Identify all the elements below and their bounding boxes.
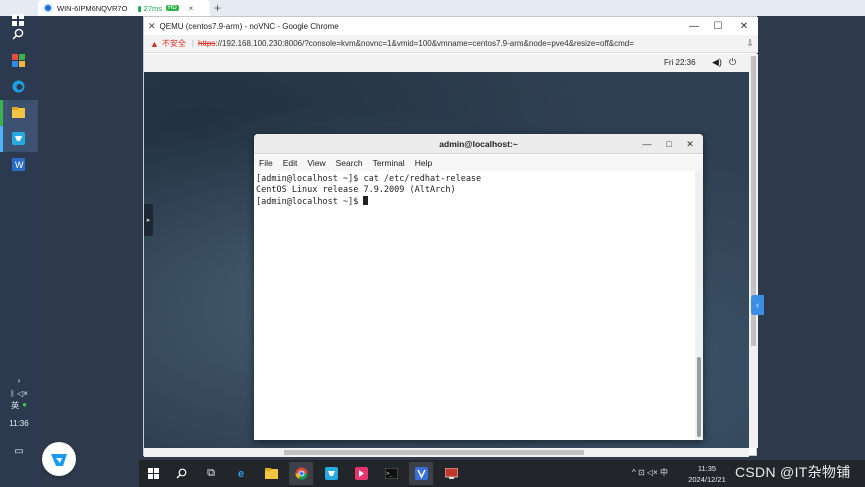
maximize-button[interactable]: ☐ xyxy=(706,17,730,35)
terminal-scrollbar[interactable] xyxy=(695,171,703,440)
menu-terminal[interactable]: Terminal xyxy=(368,158,410,168)
volume-icon[interactable]: ◀) xyxy=(712,57,722,68)
terminal-window[interactable]: admin@localhost:~ — □ ✕ File Edit View S… xyxy=(254,134,703,440)
terminal-line: CentOS Linux release 7.9.2009 (AltArch) xyxy=(256,185,456,195)
terminal-line: [admin@localhost ~]$ xyxy=(256,196,692,208)
wechat-icon[interactable]: ● xyxy=(22,400,27,411)
terminal-line: [admin@localhost ~]$ cat /etc/redhat-rel… xyxy=(256,174,482,184)
tray-chevron-icon[interactable]: ^ xyxy=(632,468,636,477)
terminal-output[interactable]: [admin@localhost ~]$ cat /etc/redhat-rel… xyxy=(254,171,694,440)
word-icon[interactable]: W xyxy=(10,156,26,172)
new-tab-button[interactable]: + xyxy=(214,1,221,15)
vnc-client-icon[interactable] xyxy=(409,462,433,485)
terminal-title: admin@localhost:~ xyxy=(439,139,518,149)
speaker-icon[interactable]: ◁× xyxy=(647,468,658,477)
menu-edit[interactable]: Edit xyxy=(278,158,303,168)
terminal-menu-bar: File Edit View Search Terminal Help xyxy=(254,155,703,171)
csdn-watermark: CSDN @IT杂物铺 xyxy=(735,464,851,480)
novnc-viewport[interactable]: Fri 22:36 ◀) ⏻ ▸ admin@localhost:~ — □ ✕… xyxy=(144,54,749,448)
terminal-minimize-button[interactable]: — xyxy=(640,137,654,151)
task-view-icon[interactable]: ⧉ xyxy=(199,462,223,485)
horizontal-scrollbar[interactable] xyxy=(144,448,749,457)
svg-text:W: W xyxy=(15,160,24,170)
gnome-top-bar: Fri 22:36 ◀) ⏻ xyxy=(144,54,749,72)
remote-client-tabbar: WIN-6IPM6NQVR7O ▮ 27ms HD × + xyxy=(0,0,865,16)
svg-text:>_: >_ xyxy=(386,471,393,477)
close-button[interactable]: ✕ xyxy=(732,17,756,35)
pink-app-icon[interactable] xyxy=(349,462,373,485)
menu-view[interactable]: View xyxy=(302,158,330,168)
chrome-icon[interactable] xyxy=(289,462,313,485)
close-tab-icon[interactable]: × xyxy=(189,4,194,13)
address-bar[interactable]: ▲ 不安全 | https://192.168.100.230:8006/?co… xyxy=(144,35,758,53)
terminal-scroll-thumb[interactable] xyxy=(697,357,701,437)
chrome-window-title: QEMU (centos7.9-arm) - noVNC - Google Ch… xyxy=(159,21,339,31)
horizontal-scroll-thumb[interactable] xyxy=(284,450,584,455)
clock-time: 11:35 xyxy=(697,464,717,473)
outer-left-taskbar: W › ᛒ ◁× 英 ● 11:36 ▭ xyxy=(0,14,38,487)
floating-app-launcher-icon[interactable] xyxy=(42,442,76,476)
menu-file[interactable]: File xyxy=(254,158,278,168)
url-scheme: https xyxy=(198,39,216,48)
warning-icon[interactable]: ▲ xyxy=(150,39,159,49)
ime-indicator[interactable]: 中 xyxy=(660,468,668,477)
network-icon[interactable]: ⊡ xyxy=(638,468,645,477)
session-status-icon xyxy=(43,3,53,13)
outer-clock[interactable]: 11:36 xyxy=(0,419,38,428)
terminal-app-icon[interactable]: >_ xyxy=(379,462,403,485)
chrome-title-bar[interactable]: ✕ QEMU (centos7.9-arm) - noVNC - Google … xyxy=(144,17,758,35)
url-text[interactable]: ://192.168.100.230:8006/?console=kvm&nov… xyxy=(215,39,634,48)
qemu-console-icon: ✕ xyxy=(148,20,156,31)
terminal-close-button[interactable]: ✕ xyxy=(683,137,697,151)
vertical-scrollbar[interactable] xyxy=(749,54,758,448)
address-separator: | xyxy=(191,39,194,48)
terminal-title-bar[interactable]: admin@localhost:~ — □ ✕ xyxy=(254,134,703,154)
power-icon[interactable]: ⏻ xyxy=(729,57,736,68)
terminal-cursor xyxy=(363,196,369,205)
menu-search[interactable]: Search xyxy=(331,158,368,168)
display-app-icon[interactable] xyxy=(439,462,463,485)
latency-indicator: ▮ 27ms xyxy=(137,3,162,13)
folder-icon[interactable] xyxy=(259,462,283,485)
notification-icon[interactable]: ▭ xyxy=(0,446,38,457)
not-secure-label[interactable]: 不安全 xyxy=(162,38,186,49)
file-explorer-icon[interactable] xyxy=(10,104,26,120)
app-store-icon[interactable] xyxy=(10,52,26,68)
minimize-button[interactable]: — xyxy=(682,17,706,35)
system-tray: ^ ⊡ ◁× 中 xyxy=(632,467,668,478)
taskbar-clock[interactable]: 11:35 2024/12/21 xyxy=(687,463,727,485)
chevron-up-icon[interactable]: › xyxy=(0,376,38,385)
edge-icon[interactable]: e xyxy=(229,462,253,485)
download-icon[interactable]: ⇩ xyxy=(746,38,754,49)
taskbar-search-icon[interactable] xyxy=(169,462,193,485)
input-language-indicator[interactable]: 英 xyxy=(11,400,19,411)
search-icon[interactable] xyxy=(10,26,26,42)
remote-session-tab[interactable]: WIN-6IPM6NQVR7O ▮ 27ms HD × xyxy=(38,0,210,16)
terminal-maximize-button[interactable]: □ xyxy=(662,137,676,151)
remote-desktop-app-icon[interactable] xyxy=(319,462,343,485)
vm-clock[interactable]: Fri 22:36 xyxy=(664,58,696,67)
edge-browser-icon[interactable] xyxy=(10,78,26,94)
menu-help[interactable]: Help xyxy=(410,158,437,168)
session-tab-title: WIN-6IPM6NQVR7O xyxy=(57,3,128,13)
novnc-control-bar-handle[interactable]: ▸ xyxy=(144,204,153,236)
quality-badge[interactable]: HD xyxy=(166,5,179,11)
novnc-side-panel-toggle[interactable]: ‹ xyxy=(751,295,764,315)
remote-app-icon[interactable] xyxy=(10,130,26,146)
chrome-window: ✕ QEMU (centos7.9-arm) - noVNC - Google … xyxy=(143,16,758,457)
bluetooth-icon[interactable]: ᛒ ◁× xyxy=(0,389,38,398)
start-icon[interactable] xyxy=(141,462,165,485)
clock-date: 2024/12/21 xyxy=(688,475,726,484)
outer-tray: › ᛒ ◁× 英 ● 11:36 ▭ xyxy=(0,376,38,457)
